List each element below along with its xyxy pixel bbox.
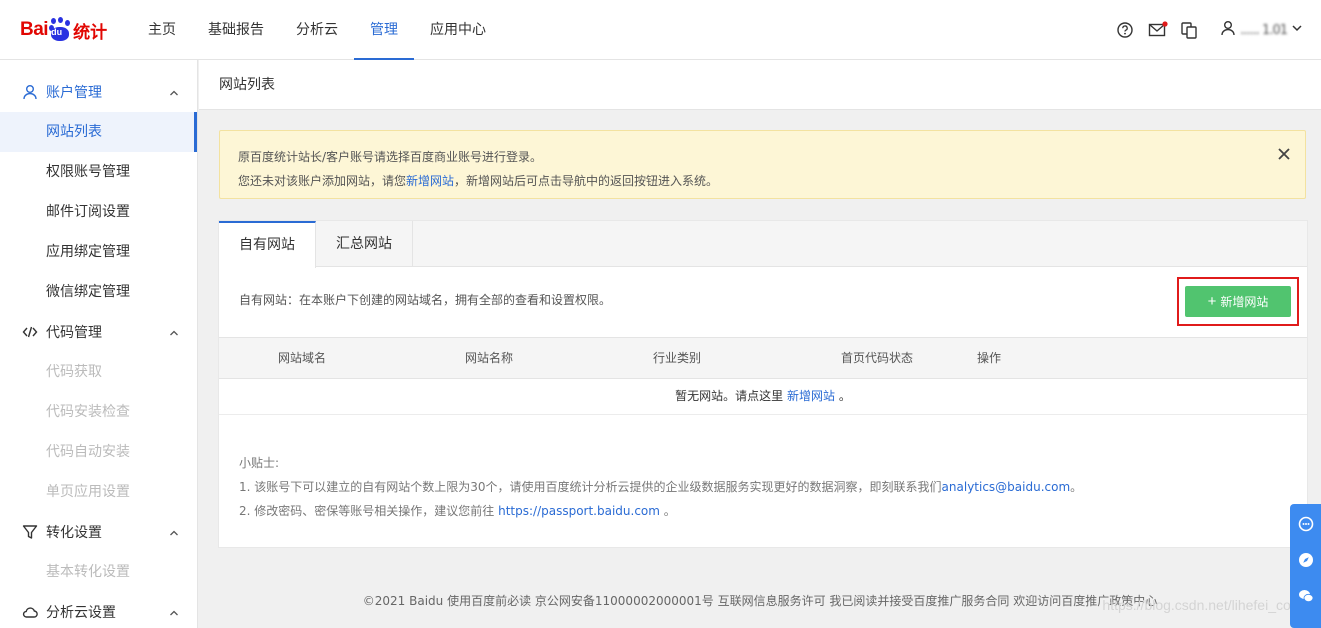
sidebar-group-label: 转化设置 [46,525,102,541]
add-site-link[interactable]: 新增网站 [406,174,454,188]
toolbar: ...... 1.01 [1102,0,1303,60]
alert-text: ，新增网站后可点击导航中的返回按钮进入系统。 [454,174,719,188]
help-icon[interactable] [1116,21,1134,39]
sidebar-item-code-get: 代码获取 [46,364,102,380]
tab-aggregate-sites[interactable]: 汇总网站 [316,221,413,267]
chevron-up-icon [169,526,179,536]
plus-icon: + [1207,293,1217,310]
logo-text-bai: Bai [20,19,49,40]
nav-home[interactable]: 主页 [132,0,192,60]
mail-icon[interactable] [1148,21,1168,39]
customer-service-icon[interactable] [1298,516,1314,532]
column-actions: 操作 [977,351,1002,365]
sidebar-group-analytics-cloud[interactable]: 分析云设置 [0,592,197,628]
cloud-icon [22,604,38,620]
alert-line-1: 原百度统计站长/客户账号请选择百度商业账号进行登录。 [238,150,543,164]
copy-icon[interactable] [1180,21,1198,39]
column-domain: 网站域名 [278,351,327,365]
chevron-up-icon [169,86,179,96]
nav-basic-reports[interactable]: 基础报告 [192,0,280,60]
column-code-status: 首页代码状态 [841,351,914,365]
sidebar: 账户管理 网站列表 权限账号管理 邮件订阅设置 应用绑定管理 微信绑定管理 代码… [0,60,198,628]
chevron-down-icon [1291,22,1303,38]
empty-table-row: 暂无网站。请点这里 新增网站 。 [219,379,1307,415]
empty-text: 暂无网站。请点这里 [675,389,784,403]
sidebar-item-spa-settings: 单页应用设置 [46,484,130,500]
tips-line-2: 2. 修改密码、密保等账号相关操作，建议您前往 https://passport… [239,499,1082,523]
sidebar-item-basic-conversion: 基本转化设置 [46,564,130,580]
baidu-tongji-logo[interactable]: Bai du 统计 [20,14,107,46]
code-icon [22,324,38,340]
tab-description: 自有网站：在本账户下创建的网站域名，拥有全部的查看和设置权限。 [239,293,612,307]
sidebar-item-permission-accounts[interactable]: 权限账号管理 [0,152,197,192]
top-navbar: Bai du 统计 主页 基础报告 分析云 管理 应用中心 ...... 1.0… [0,0,1321,60]
sidebar-item-site-list[interactable]: 网站列表 [0,112,197,152]
add-site-button-label: 新增网站 [1220,295,1269,309]
paw-icon: du [49,17,71,42]
passport-link[interactable]: https://passport.baidu.com [498,504,660,518]
table-header: 网站域名 网站名称 行业类别 首页代码状态 操作 [219,337,1307,379]
sidebar-group-conversion[interactable]: 转化设置 [0,512,197,552]
column-site-name: 网站名称 [465,351,514,365]
chevron-up-icon [169,326,179,336]
sidebar-item-email-subscription[interactable]: 邮件订阅设置 [0,192,197,232]
sidebar-item-wechat-binding[interactable]: 微信绑定管理 [0,272,197,312]
nav-app-center[interactable]: 应用中心 [414,0,502,60]
nav-manage[interactable]: 管理 [354,0,414,60]
watermark: https://blog.csdn.net/lihefei_coder [1102,597,1311,613]
sidebar-item-app-binding[interactable]: 应用绑定管理 [0,232,197,272]
column-industry: 行业类别 [653,351,702,365]
wechat-icon[interactable] [1298,588,1314,604]
sidebar-group-label: 账户管理 [46,85,102,101]
main-nav: 主页 基础报告 分析云 管理 应用中心 [132,0,502,60]
highlight-box: + 新增网站 [1177,277,1299,326]
tips-text: 。 [663,504,676,518]
logo-text-du: du [51,27,63,37]
sidebar-group-label: 代码管理 [46,325,102,341]
alert-line-2: 您还未对该账户添加网站，请您新增网站，新增网站后可点击导航中的返回按钮进入系统。 [238,169,1287,193]
tab-own-sites[interactable]: 自有网站 [219,221,316,268]
tips-text: 1. 该账号下可以建立的自有网站个数上限为30个，请使用百度统计分析云提供的企业… [239,480,942,494]
site-list-card: 自有网站 汇总网站 自有网站：在本账户下创建的网站域名，拥有全部的查看和设置权限… [218,220,1308,548]
user-menu[interactable]: ...... 1.01 [1220,20,1303,40]
tips-section: 小贴士: 1. 该账号下可以建立的自有网站个数上限为30个，请使用百度统计分析云… [239,451,1082,523]
tips-line-1: 1. 该账号下可以建立的自有网站个数上限为30个，请使用百度统计分析云提供的企业… [239,475,1082,499]
empty-text: 。 [838,389,851,403]
tips-text: 2. 修改密码、密保等账号相关操作，建议您前往 [239,504,495,518]
tips-text: 。 [1070,480,1083,494]
user-icon [1220,20,1236,40]
tips-title: 小贴士: [239,456,280,470]
add-site-button[interactable]: + 新增网站 [1185,286,1291,317]
funnel-icon [22,524,38,540]
page-title: 网站列表 [219,77,275,93]
close-icon[interactable] [1277,145,1291,160]
sidebar-item-code-auto-install: 代码自动安装 [46,444,130,460]
compass-icon[interactable] [1298,552,1314,568]
notice-alert: 原百度统计站长/客户账号请选择百度商业账号进行登录。 您还未对该账户添加网站，请… [219,130,1306,199]
chevron-up-icon [169,606,179,616]
alert-text: 您还未对该账户添加网站，请您 [238,174,407,188]
tab-bar: 自有网站 汇总网站 [219,221,1307,268]
sidebar-group-label: 分析云设置 [46,605,116,621]
logo-text-tongji: 统计 [73,22,108,43]
sidebar-group-account[interactable]: 账户管理 [0,72,197,112]
analytics-email-link[interactable]: analytics@baidu.com [942,480,1071,494]
sidebar-group-code[interactable]: 代码管理 [0,312,197,352]
page-header: 网站列表 [199,60,1321,110]
user-icon [22,84,38,100]
sidebar-item-code-check: 代码安装检查 [46,404,130,420]
user-name: ...... 1.01 [1240,22,1288,38]
add-site-link[interactable]: 新增网站 [787,389,835,403]
floating-service-bar [1290,504,1321,628]
nav-analytics-cloud[interactable]: 分析云 [280,0,354,60]
